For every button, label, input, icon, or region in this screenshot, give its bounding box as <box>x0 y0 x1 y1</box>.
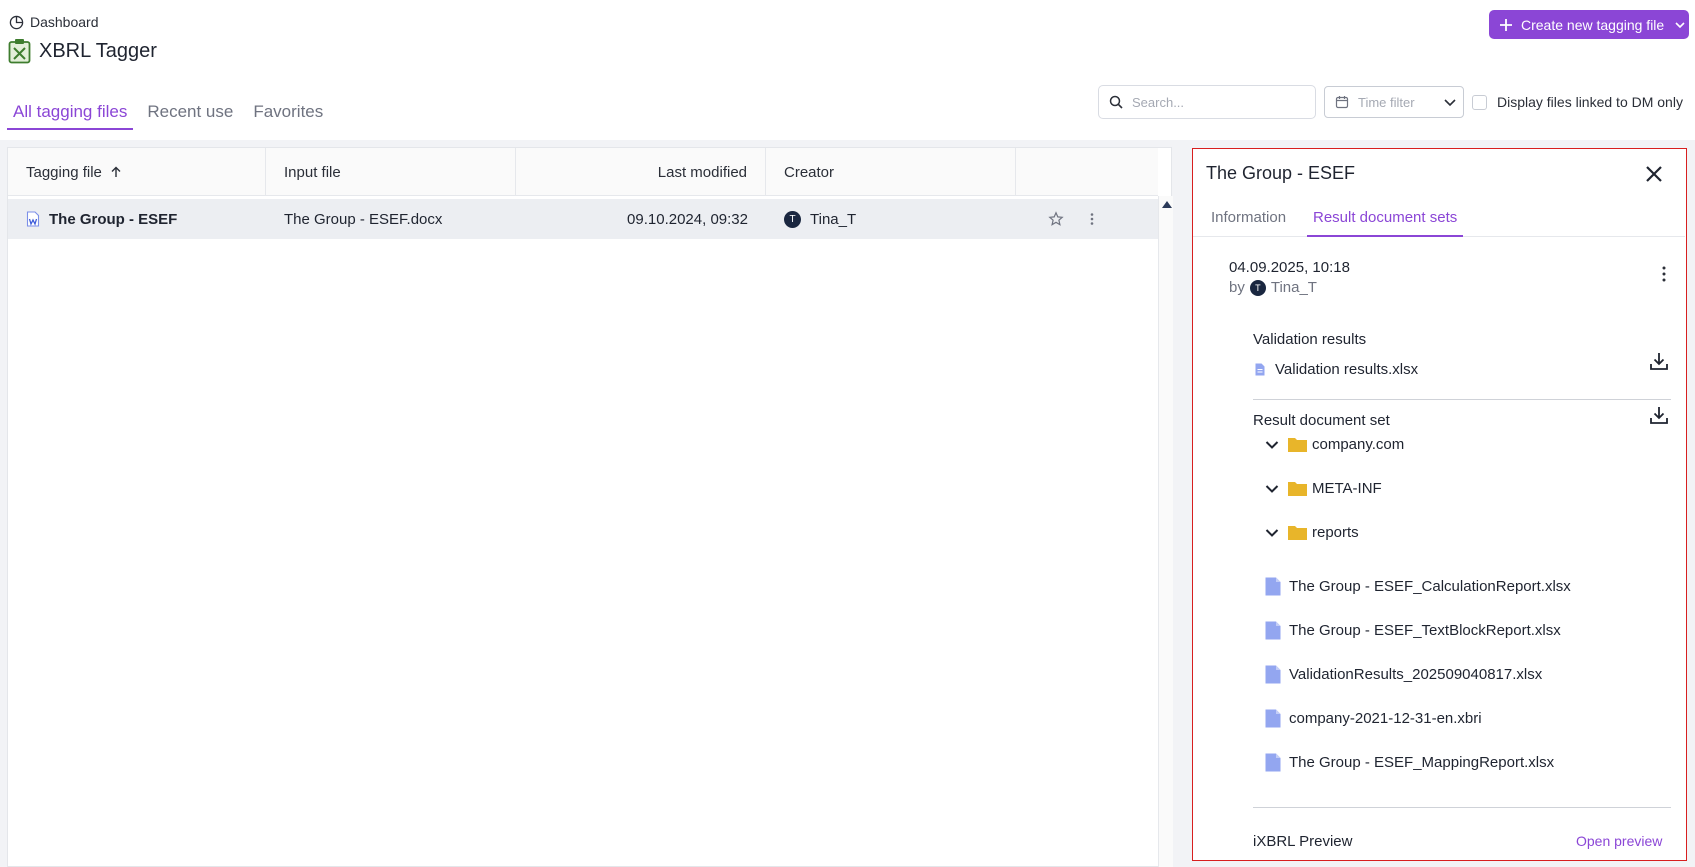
folder-icon <box>1288 438 1307 452</box>
page-title: XBRL Tagger <box>8 38 157 64</box>
author-name: Tina_T <box>1270 279 1317 296</box>
dm-only-label: Display files linked to DM only <box>1497 94 1683 110</box>
star-icon[interactable] <box>1048 211 1064 227</box>
avatar: T <box>1249 279 1266 296</box>
chevron-down-icon[interactable] <box>1674 19 1686 31</box>
close-icon[interactable] <box>1645 165 1663 183</box>
file-icon <box>1265 709 1281 728</box>
file-icon <box>1265 577 1281 596</box>
result-set-author: by T Tina_T <box>1229 279 1317 296</box>
file-name: The Group - ESEF_CalculationReport.xlsx <box>1289 578 1571 595</box>
tagging-file-cell: The Group - ESEF <box>8 211 266 228</box>
table-scrollbar[interactable] <box>1158 196 1173 867</box>
file-icon <box>1265 753 1281 772</box>
validation-file[interactable]: Validation results.xlsx <box>1255 361 1418 378</box>
last-modified-cell: 09.10.2024, 09:32 <box>627 210 748 228</box>
file-xbri[interactable]: company-2021-12-31-en.xbri <box>1265 709 1482 728</box>
folder-name: company.com <box>1312 436 1405 453</box>
dashboard-icon <box>9 15 24 29</box>
xbrl-tagger-logo-icon <box>8 39 31 64</box>
panel-title: The Group - ESEF <box>1206 163 1356 183</box>
row-actions <box>1016 211 1158 227</box>
chevron-down-icon <box>1444 99 1456 107</box>
file-icon <box>1255 363 1265 376</box>
ixbrl-preview-heading: iXBRL Preview <box>1253 833 1353 850</box>
file-mapping-report[interactable]: The Group - ESEF_MappingReport.xlsx <box>1265 753 1554 772</box>
folder-name: reports <box>1312 524 1359 541</box>
tab-result-document-sets[interactable]: Result document sets <box>1307 199 1464 237</box>
folder-company-com[interactable]: company.com <box>1265 436 1404 453</box>
sort-ascending-icon <box>111 166 121 177</box>
more-vertical-icon[interactable] <box>1084 211 1100 227</box>
scroll-up-arrow-icon[interactable] <box>1162 201 1172 208</box>
search-box[interactable] <box>1098 85 1316 119</box>
folder-icon <box>1288 526 1307 540</box>
time-filter-select[interactable]: Time filter <box>1324 86 1464 118</box>
table-row[interactable]: The Group - ESEF The Group - ESEF.docx 0… <box>8 199 1158 239</box>
download-icon[interactable] <box>1648 350 1670 372</box>
more-vertical-icon[interactable] <box>1657 265 1671 283</box>
open-preview-link[interactable]: Open preview <box>1576 833 1662 849</box>
file-name: The Group - ESEF_MappingReport.xlsx <box>1289 754 1555 771</box>
column-header-input-file[interactable]: Input file <box>266 148 516 196</box>
tagging-file-name[interactable]: The Group - ESEF <box>49 211 177 228</box>
tab-recent-use[interactable]: Recent use <box>141 96 239 130</box>
tab-all-tagging-files[interactable]: All tagging files <box>7 96 134 130</box>
chevron-down-icon[interactable] <box>1265 526 1279 540</box>
creator-cell: T Tina_T <box>766 210 1016 228</box>
column-header-tagging-file[interactable]: Tagging file <box>8 148 266 196</box>
file-calculation-report[interactable]: The Group - ESEF_CalculationReport.xlsx <box>1265 577 1571 596</box>
divider <box>1253 399 1671 400</box>
calendar-icon <box>1335 96 1349 109</box>
app-title: XBRL Tagger <box>39 39 157 62</box>
validation-file-name[interactable]: Validation results.xlsx <box>1275 361 1418 378</box>
tab-favorites[interactable]: Favorites <box>247 96 329 130</box>
folder-meta-inf[interactable]: META-INF <box>1265 480 1382 497</box>
tab-information[interactable]: Information <box>1205 199 1292 237</box>
file-name: company-2021-12-31-en.xbri <box>1289 710 1482 727</box>
panel-tabs: Information Result document sets <box>1193 199 1685 237</box>
breadcrumb[interactable]: Dashboard <box>9 14 99 30</box>
validation-results-heading: Validation results <box>1253 331 1367 348</box>
result-document-set-heading: Result document set <box>1253 412 1390 429</box>
file-icon <box>1265 621 1281 640</box>
by-label: by <box>1229 279 1245 296</box>
top-bar: Dashboard XBRL Tagger Create new tagging… <box>0 0 1695 140</box>
download-icon[interactable] <box>1648 404 1670 426</box>
input-file-cell: The Group - ESEF.docx <box>284 210 443 228</box>
column-header-creator[interactable]: Creator <box>766 148 1016 196</box>
create-tagging-file-button[interactable]: Create new tagging file <box>1489 10 1689 39</box>
dm-only-checkbox[interactable] <box>1472 94 1487 110</box>
file-name: ValidationResults_202509040817.xlsx <box>1289 666 1543 683</box>
creator-name: Tina_T <box>810 210 857 228</box>
details-panel: The Group - ESEF Information Result docu… <box>1192 148 1687 861</box>
search-input[interactable] <box>1132 94 1302 110</box>
file-name: The Group - ESEF_TextBlockReport.xlsx <box>1289 622 1561 639</box>
tagging-files-table: Tagging file Input file Last modified Cr… <box>7 147 1173 867</box>
dm-only-toggle[interactable]: Display files linked to DM only <box>1472 94 1683 110</box>
folder-name: META-INF <box>1312 480 1382 497</box>
result-set-date: 04.09.2025, 10:18 <box>1229 259 1350 276</box>
file-validation-results[interactable]: ValidationResults_202509040817.xlsx <box>1265 665 1542 684</box>
column-header-last-modified[interactable]: Last modified <box>516 148 766 196</box>
plus-icon <box>1500 18 1512 31</box>
avatar: T <box>784 210 801 228</box>
time-filter-label: Time filter <box>1358 94 1415 110</box>
folder-icon <box>1288 482 1307 496</box>
table-header: Tagging file Input file Last modified Cr… <box>8 148 1158 196</box>
column-header-actions <box>1016 148 1158 196</box>
word-document-icon <box>26 211 40 227</box>
file-tabs: All tagging files Recent use Favorites <box>7 96 337 130</box>
chevron-down-icon[interactable] <box>1265 482 1279 496</box>
breadcrumb-label: Dashboard <box>30 14 99 30</box>
file-textblock-report[interactable]: The Group - ESEF_TextBlockReport.xlsx <box>1265 621 1561 640</box>
column-label: Tagging file <box>26 163 102 181</box>
file-icon <box>1265 665 1281 684</box>
create-button-label: Create new tagging file <box>1521 16 1665 33</box>
folder-reports[interactable]: reports <box>1265 524 1359 541</box>
chevron-down-icon[interactable] <box>1265 438 1279 452</box>
divider <box>1253 807 1671 808</box>
search-icon <box>1109 95 1123 109</box>
